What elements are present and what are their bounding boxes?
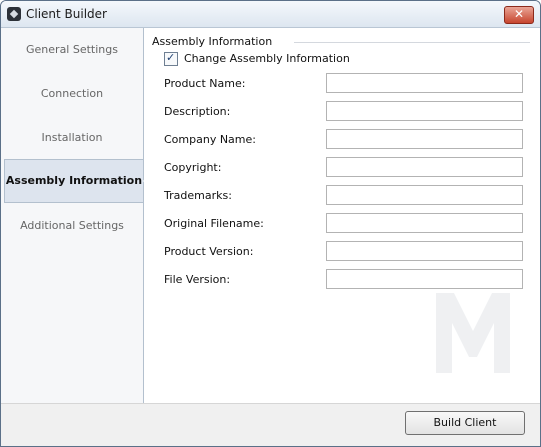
- app-icon: [7, 7, 21, 21]
- build-client-button[interactable]: Build Client: [405, 411, 525, 435]
- sidebar-item-installation[interactable]: Installation: [1, 116, 143, 160]
- field-label: Trademarks:: [164, 189, 232, 202]
- footer: Build Client: [1, 403, 540, 446]
- window-title: Client Builder: [26, 7, 107, 21]
- field-label: Original Filename:: [164, 217, 264, 230]
- change-assembly-checkbox[interactable]: [164, 51, 178, 66]
- close-button[interactable]: ✕: [504, 6, 534, 24]
- copyright-input[interactable]: [326, 157, 523, 177]
- watermark-logo: [436, 293, 510, 373]
- sidebar-item-general-settings[interactable]: General Settings: [1, 28, 143, 72]
- field-label: File Version:: [164, 273, 231, 286]
- company-name-input[interactable]: [326, 129, 523, 149]
- description-input[interactable]: [326, 101, 523, 121]
- field-label: Product Version:: [164, 245, 254, 258]
- title-bar: Client Builder ✕: [1, 1, 540, 28]
- product-version-input[interactable]: [326, 241, 523, 261]
- client-builder-window: Client Builder ✕ General Settings Connec…: [0, 0, 541, 447]
- field-label: Company Name:: [164, 133, 256, 146]
- group-divider: [294, 42, 530, 43]
- sidebar-item-assembly-information[interactable]: Assembly Information: [4, 159, 151, 203]
- field-label: Copyright:: [164, 161, 222, 174]
- close-icon: ✕: [513, 7, 525, 21]
- assembly-panel: Assembly Information Change Assembly Inf…: [144, 28, 540, 403]
- trademarks-input[interactable]: [326, 185, 523, 205]
- sidebar: General Settings Connection Installation…: [1, 28, 151, 403]
- field-label: Product Name:: [164, 77, 246, 90]
- change-assembly-label[interactable]: Change Assembly Information: [184, 52, 350, 65]
- original-filename-input[interactable]: [326, 213, 523, 233]
- sidebar-item-connection[interactable]: Connection: [1, 72, 143, 116]
- sidebar-item-additional-settings[interactable]: Additional Settings: [1, 204, 143, 248]
- field-label: Description:: [164, 105, 231, 118]
- product-name-input[interactable]: [326, 73, 523, 93]
- group-title: Assembly Information: [152, 35, 273, 48]
